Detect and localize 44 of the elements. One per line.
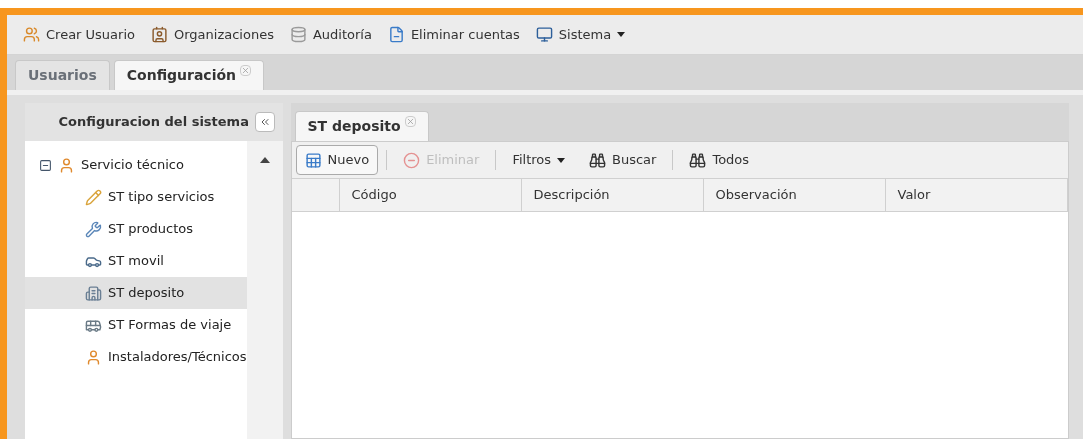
users-icon bbox=[23, 26, 40, 43]
tab[interactable]: ST deposito bbox=[294, 111, 429, 141]
minus-circle-icon bbox=[403, 151, 421, 169]
toolbar-button[interactable]: Auditoría bbox=[289, 24, 372, 45]
contact-card-icon bbox=[151, 26, 168, 43]
tree-item[interactable]: Servicio técnico bbox=[25, 149, 247, 181]
column-header[interactable]: Observación bbox=[703, 179, 886, 211]
column-header[interactable]: Código bbox=[339, 179, 522, 211]
toolbar-button[interactable]: Eliminar cuentas bbox=[387, 24, 520, 45]
toolbar-button[interactable]: Nuevo bbox=[295, 145, 379, 175]
monitor-icon bbox=[535, 26, 553, 43]
scrollbar[interactable] bbox=[246, 141, 283, 439]
tree-item[interactable]: ST tipo servicios bbox=[25, 181, 247, 213]
database-icon bbox=[289, 26, 307, 43]
toolbar-button[interactable]: Todos bbox=[681, 145, 758, 175]
document-icon bbox=[387, 26, 405, 43]
building-icon bbox=[85, 284, 102, 302]
tab[interactable]: Configuración bbox=[113, 60, 265, 90]
close-icon[interactable] bbox=[240, 65, 252, 76]
tree-item[interactable]: ST productos bbox=[25, 213, 247, 245]
column-header[interactable]: Valor bbox=[885, 179, 1068, 211]
toolbar-button[interactable]: Crear Usuario bbox=[23, 24, 135, 45]
pencil-icon bbox=[85, 188, 102, 206]
collapse-panel-button[interactable] bbox=[254, 112, 275, 132]
scroll-up-icon[interactable] bbox=[259, 157, 270, 163]
tree-item[interactable]: ST deposito bbox=[25, 277, 247, 309]
binoculars-icon bbox=[589, 151, 607, 169]
panel-title: Configuracion del sistema bbox=[58, 113, 249, 132]
wrench-icon bbox=[85, 220, 102, 238]
tree-item[interactable]: ST movil bbox=[25, 245, 247, 277]
user-icon bbox=[58, 156, 75, 174]
collapse-icon[interactable] bbox=[39, 158, 52, 172]
column-header[interactable]: Descripción bbox=[521, 179, 704, 211]
tab[interactable]: Usuarios bbox=[15, 60, 110, 90]
binoculars-icon bbox=[689, 151, 707, 169]
toolbar-button[interactable]: Sistema bbox=[535, 24, 626, 45]
toolbar-button[interactable]: Organizaciones bbox=[151, 24, 274, 45]
close-icon[interactable] bbox=[404, 116, 416, 127]
tree-item[interactable]: ST Formas de viaje bbox=[25, 309, 247, 341]
tree-item[interactable]: Instaladores/Técnicos bbox=[25, 341, 247, 373]
user-icon bbox=[85, 348, 102, 366]
toolbar-button[interactable]: Buscar bbox=[581, 145, 665, 175]
table-icon bbox=[304, 151, 322, 169]
toolbar-button[interactable]: Filtros bbox=[504, 145, 574, 175]
